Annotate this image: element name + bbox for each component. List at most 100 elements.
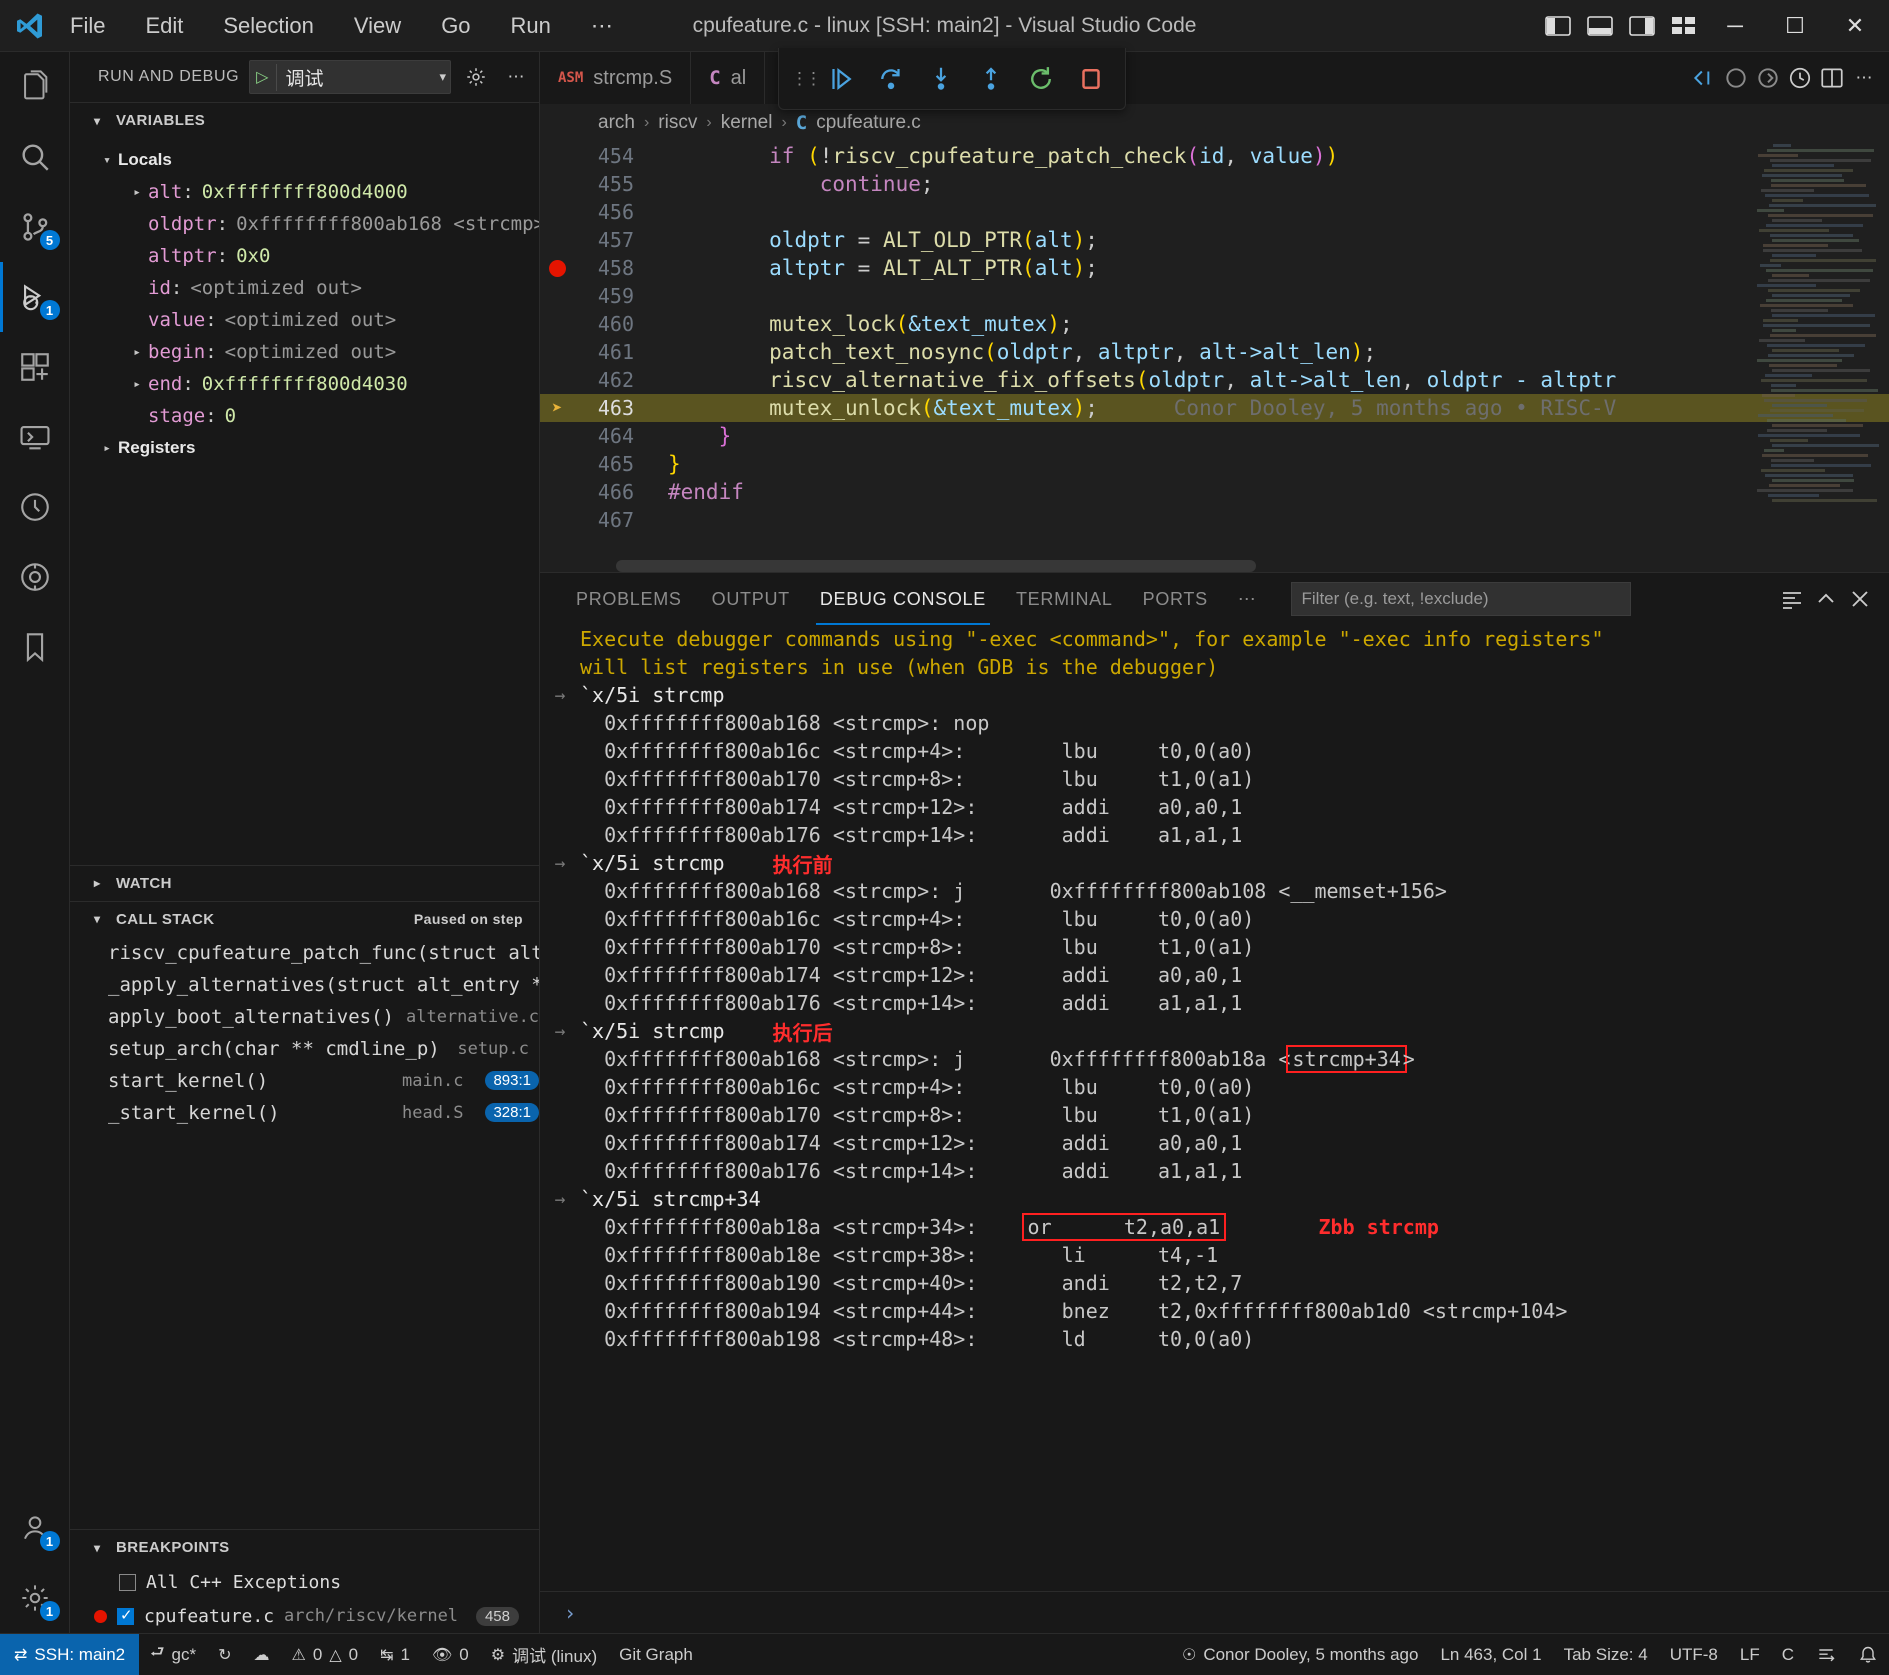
debug-console-output[interactable]: Execute debugger commands using "-exec <…: [540, 625, 1889, 1591]
panel-left-icon[interactable]: [1539, 9, 1577, 43]
chevron-right-icon[interactable]: ▸: [126, 345, 148, 360]
debug-settings-gear-icon[interactable]: [461, 62, 491, 92]
status-cursor-position[interactable]: Ln 463, Col 1: [1429, 1634, 1552, 1675]
code-editor[interactable]: 454 if (!riscv_cpufeature_patch_check(id…: [540, 142, 1889, 572]
status-notifications-bell-icon[interactable]: [1847, 1634, 1889, 1675]
status-branch[interactable]: ⮐ gc*: [139, 1634, 207, 1675]
menu-run[interactable]: Run: [505, 9, 557, 43]
variables-scope-locals[interactable]: ▾ Locals: [70, 144, 539, 176]
menu-go[interactable]: Go: [435, 9, 476, 43]
callstack-frame[interactable]: _start_kernel() head.S 328:1: [70, 1097, 539, 1129]
go-forward-icon[interactable]: [1753, 63, 1783, 93]
more-actions-icon[interactable]: ⋯: [1849, 63, 1879, 93]
run-icon[interactable]: [1721, 63, 1751, 93]
status-git-graph[interactable]: Git Graph: [608, 1634, 704, 1675]
restart-icon[interactable]: [1019, 57, 1063, 101]
activity-source-control-icon[interactable]: 5: [0, 192, 70, 262]
step-into-icon[interactable]: [919, 57, 963, 101]
variables-section-header[interactable]: ▾ VARIABLES: [70, 102, 539, 138]
breakpoints-section-header[interactable]: ▾ BREAKPOINTS: [70, 1529, 539, 1565]
chevron-right-icon[interactable]: ▸: [96, 441, 118, 456]
menu-edit[interactable]: Edit: [139, 9, 189, 43]
variable-row[interactable]: id: <optimized out>: [70, 272, 539, 304]
panel-right-icon[interactable]: [1623, 9, 1661, 43]
menu-more[interactable]: ⋯: [585, 9, 619, 43]
tab-alternative[interactable]: C al: [691, 52, 765, 104]
breakpoint-checkbox[interactable]: [119, 1574, 136, 1591]
close-panel-icon[interactable]: [1845, 584, 1875, 614]
breadcrumb-arch[interactable]: arch: [598, 112, 635, 134]
activity-explorer-icon[interactable]: [0, 52, 70, 122]
variable-row[interactable]: value: <optimized out>: [70, 304, 539, 336]
menu-bar[interactable]: File Edit Selection View Go Run ⋯: [58, 9, 619, 43]
close-button[interactable]: ✕: [1827, 1, 1883, 51]
chevron-right-icon[interactable]: ▸: [126, 377, 148, 392]
variable-row[interactable]: oldptr: 0xffffffff800ab168 <strcmp>: [70, 208, 539, 240]
menu-view[interactable]: View: [348, 9, 407, 43]
layout-grid-icon[interactable]: [1665, 9, 1703, 43]
status-tab-size[interactable]: Tab Size: 4: [1553, 1634, 1659, 1675]
status-sync[interactable]: ↻: [207, 1634, 242, 1675]
status-problems[interactable]: ⚠ 0 △ 0: [281, 1634, 370, 1675]
editor-horizontal-scrollbar[interactable]: [616, 560, 1256, 572]
activity-search-icon[interactable]: [0, 122, 70, 192]
callstack-frame[interactable]: riscv_cpufeature_patch_func(struct alt_e…: [70, 937, 539, 969]
stop-icon[interactable]: [1069, 57, 1113, 101]
variables-scope-registers[interactable]: ▸ Registers: [70, 432, 539, 464]
status-ports[interactable]: ↹ 1: [369, 1634, 421, 1675]
clear-console-icon[interactable]: [1777, 584, 1807, 614]
menu-selection[interactable]: Selection: [217, 9, 320, 43]
breakpoint-row[interactable]: All C++ Exceptions: [70, 1565, 539, 1599]
variable-row[interactable]: ▸ begin: <optimized out>: [70, 336, 539, 368]
status-prettier-icon[interactable]: [1805, 1634, 1847, 1675]
status-language-mode[interactable]: C: [1771, 1634, 1805, 1675]
chevron-right-icon[interactable]: ▸: [126, 185, 148, 200]
debug-console-input[interactable]: ›: [540, 1591, 1889, 1633]
activity-testing-icon[interactable]: [0, 472, 70, 542]
go-back-icon[interactable]: [1689, 63, 1719, 93]
debug-more-icon[interactable]: ⋯: [501, 62, 531, 92]
menu-file[interactable]: File: [64, 9, 111, 43]
continue-icon[interactable]: [819, 57, 863, 101]
breakpoint-glyph-icon[interactable]: [540, 260, 574, 277]
variable-row[interactable]: ▸ end: 0xffffffff800d4030: [70, 368, 539, 400]
current-execution-arrow-icon[interactable]: ➤: [540, 398, 574, 419]
debug-config-dropdown[interactable]: ▷ 调试 ▾: [249, 60, 451, 94]
tab-terminal[interactable]: TERMINAL: [1002, 573, 1127, 625]
callstack-section-header[interactable]: ▾ CALL STACK Paused on step: [70, 901, 539, 937]
tab-strcmp-s[interactable]: ASM strcmp.S: [540, 52, 691, 104]
maximize-button[interactable]: ☐: [1767, 1, 1823, 51]
callstack-frame[interactable]: setup_arch(char ** cmdline_p) setup.c: [70, 1033, 539, 1065]
variable-row[interactable]: stage: 0: [70, 400, 539, 432]
breadcrumb-kernel[interactable]: kernel: [721, 112, 773, 134]
breadcrumb-riscv[interactable]: riscv: [658, 112, 697, 134]
timeline-icon[interactable]: [1785, 63, 1815, 93]
status-watch[interactable]: 👁 0: [421, 1634, 480, 1675]
callstack-frame[interactable]: start_kernel() main.c 893:1: [70, 1065, 539, 1097]
collapse-panel-icon[interactable]: [1811, 584, 1841, 614]
status-debug-session[interactable]: ⚙ 调试 (linux): [480, 1634, 608, 1675]
breadcrumb-file[interactable]: cpufeature.c: [816, 112, 921, 134]
status-eol[interactable]: LF: [1729, 1634, 1771, 1675]
variable-row[interactable]: ▸ alt: 0xffffffff800d4000: [70, 176, 539, 208]
tab-output[interactable]: OUTPUT: [698, 573, 804, 625]
minimize-button[interactable]: ─: [1707, 1, 1763, 51]
activity-accounts-icon[interactable]: 1: [0, 1493, 70, 1563]
console-filter-input[interactable]: Filter (e.g. text, !exclude): [1291, 582, 1631, 616]
watch-section-header[interactable]: ▸ WATCH: [70, 865, 539, 901]
status-encoding[interactable]: UTF-8: [1659, 1634, 1729, 1675]
breakpoint-row[interactable]: cpufeature.c arch/riscv/kernel 458: [70, 1599, 539, 1633]
tab-problems[interactable]: PROBLEMS: [562, 573, 696, 625]
callstack-frame[interactable]: apply_boot_alternatives() alternative.c: [70, 1001, 539, 1033]
activity-remote-explorer-icon[interactable]: [0, 402, 70, 472]
status-git-blame[interactable]: ☉ Conor Dooley, 5 months ago: [1171, 1634, 1429, 1675]
start-debug-icon[interactable]: ▷: [256, 67, 268, 87]
chevron-down-icon[interactable]: ▾: [439, 69, 446, 85]
panel-bottom-icon[interactable]: [1581, 9, 1619, 43]
tab-ports[interactable]: PORTS: [1129, 573, 1222, 625]
activity-bookmarks-icon[interactable]: [0, 612, 70, 682]
activity-extensions-icon[interactable]: [0, 332, 70, 402]
minimap[interactable]: [1757, 142, 1875, 572]
panel-tabs-more-icon[interactable]: ⋯: [1224, 573, 1271, 625]
breadcrumb[interactable]: arch › riscv › kernel › C cpufeature.c: [540, 104, 1889, 142]
